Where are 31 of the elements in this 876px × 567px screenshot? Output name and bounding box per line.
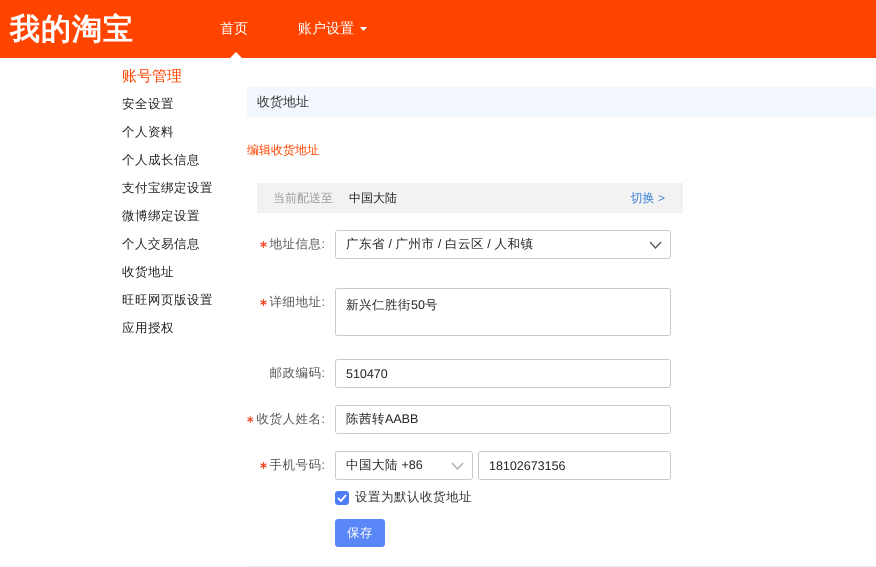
section-header: 收货地址: [247, 87, 876, 117]
logo: 我的淘宝: [10, 12, 134, 48]
address-select[interactable]: 广东省 / 广州市 / 白云区 / 人和镇: [335, 230, 671, 259]
delivery-region: 中国大陆: [349, 190, 397, 206]
checkbox-icon[interactable]: [335, 490, 349, 504]
field-label: 地址信息:: [270, 236, 325, 253]
form-subtitle: 编辑收货地址: [247, 142, 319, 159]
switch-link[interactable]: 切换 >: [630, 190, 665, 206]
input-field[interactable]: 陈茜转AABB: [335, 405, 671, 434]
default-address-checkbox[interactable]: 设置为默认收货地址: [335, 489, 472, 506]
sidebar-item[interactable]: 应用授权: [122, 318, 174, 346]
chevron-down-icon: [649, 240, 662, 248]
field-label: 收货人姓名:: [256, 411, 325, 428]
field-label: 手机号码:: [270, 457, 325, 474]
delivery-label: 当前配送至: [273, 190, 333, 206]
sidebar-item[interactable]: 收货地址: [122, 262, 174, 290]
field-label: 邮政编码:: [270, 365, 325, 382]
sidebar-item[interactable]: 支付宝绑定设置: [122, 178, 213, 206]
country-code-select[interactable]: 中国大陆 +86: [335, 451, 473, 480]
sidebar-item[interactable]: 个人资料: [122, 122, 174, 150]
input-field[interactable]: 510470: [335, 359, 671, 388]
chevron-down-icon: [451, 462, 464, 470]
sidebar-item[interactable]: 安全设置: [122, 94, 174, 122]
sidebar-item[interactable]: 微博绑定设置: [122, 206, 200, 234]
sidebar-item[interactable]: 个人交易信息: [122, 234, 200, 262]
sidebar-item[interactable]: 个人成长信息: [122, 150, 200, 178]
sidebar-heading: 账号管理: [122, 67, 183, 87]
phone-input[interactable]: 18102673156: [478, 451, 671, 480]
address-textarea[interactable]: 新兴仁胜街50号: [335, 288, 671, 336]
field-label: 详细地址:: [270, 294, 325, 311]
sidebar-item[interactable]: 旺旺网页版设置: [122, 290, 213, 318]
